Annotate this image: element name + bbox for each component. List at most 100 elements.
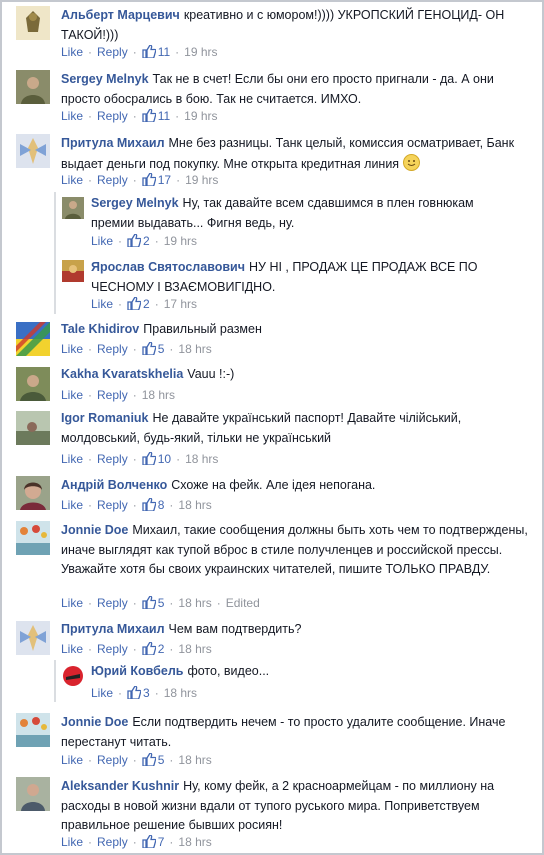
timestamp[interactable]: 18 hrs (142, 388, 175, 402)
like-link[interactable]: Like (61, 342, 83, 356)
comment-author[interactable]: Jonnie Doe (61, 715, 128, 729)
comment-author[interactable]: Sergey Melnyk (61, 72, 149, 86)
comment-author[interactable]: Tale Khidirov (61, 322, 139, 336)
like-count[interactable]: 11 (158, 45, 170, 59)
reply-link[interactable]: Reply (97, 452, 128, 466)
comment-text: Vauu !:-) (187, 367, 235, 381)
like-count[interactable]: 3 (143, 686, 150, 700)
avatar[interactable] (16, 476, 50, 510)
like-count[interactable]: 5 (158, 596, 165, 610)
comment-author[interactable]: Kakha Kvaratskhelia (61, 367, 183, 381)
like-link[interactable]: Like (91, 686, 113, 700)
thumbs-up-icon (142, 451, 157, 469)
thumbs-up-icon (142, 341, 157, 359)
thumbs-up-icon (142, 834, 157, 852)
comment-author[interactable]: Притула Михаил (61, 136, 165, 150)
like-count[interactable]: 17 (158, 173, 171, 187)
reply-link[interactable]: Reply (97, 45, 128, 59)
like-count[interactable]: 5 (158, 342, 165, 356)
avatar[interactable] (16, 713, 50, 747)
timestamp[interactable]: 18 hrs (164, 686, 197, 700)
timestamp[interactable]: 19 hrs (185, 173, 218, 187)
reply-link[interactable]: Reply (97, 642, 128, 656)
like-link[interactable]: Like (61, 109, 83, 123)
timestamp[interactable]: 19 hrs (184, 109, 217, 123)
reply-link[interactable]: Reply (97, 498, 128, 512)
like-count[interactable]: 2 (143, 297, 150, 311)
edited-label[interactable]: Edited (226, 596, 260, 610)
like-count[interactable]: 8 (158, 498, 165, 512)
avatar[interactable] (62, 665, 84, 687)
like-link[interactable]: Like (61, 498, 83, 512)
thumbs-up-icon (142, 595, 157, 613)
smile-emoji-icon (402, 153, 420, 171)
timestamp[interactable]: 18 hrs (178, 835, 211, 849)
comment-text: Чем вам подтвердить? (168, 622, 302, 636)
avatar[interactable] (16, 621, 50, 655)
comment-text: Правильный размен (143, 322, 262, 336)
comment-text: фото, видео... (187, 664, 270, 678)
avatar[interactable] (16, 411, 50, 445)
thumbs-up-icon (127, 233, 142, 251)
reply-link[interactable]: Reply (97, 596, 128, 610)
avatar[interactable] (16, 6, 50, 40)
avatar[interactable] (16, 777, 50, 811)
avatar[interactable] (16, 134, 50, 168)
like-count[interactable]: 10 (158, 452, 171, 466)
like-link[interactable]: Like (91, 234, 113, 248)
timestamp[interactable]: 17 hrs (164, 297, 197, 311)
like-link[interactable]: Like (61, 596, 83, 610)
like-link[interactable]: Like (91, 297, 113, 311)
like-count[interactable]: 7 (158, 835, 165, 849)
reply-link[interactable]: Reply (97, 109, 128, 123)
avatar[interactable] (16, 70, 50, 104)
thumbs-up-icon (142, 108, 157, 126)
thumbs-up-icon (127, 685, 142, 703)
reply-thread-line (54, 660, 56, 702)
comment-author[interactable]: Андрій Волченко (61, 478, 167, 492)
like-count[interactable]: 2 (158, 642, 165, 656)
thumbs-up-icon (142, 497, 157, 515)
avatar[interactable] (62, 260, 84, 282)
comment-author[interactable]: Jonnie Doe (61, 523, 128, 537)
comment-text: Михаил, такие сообщения должны быть хоть… (61, 523, 528, 576)
timestamp[interactable]: 18 hrs (178, 753, 211, 767)
avatar[interactable] (16, 521, 50, 555)
comment-author[interactable]: Притула Михаил (61, 622, 165, 636)
like-link[interactable]: Like (61, 452, 83, 466)
thumbs-up-icon (142, 641, 157, 659)
timestamp[interactable]: 18 hrs (178, 596, 211, 610)
like-count[interactable]: 5 (158, 753, 165, 767)
avatar[interactable] (16, 367, 50, 401)
like-link[interactable]: Like (61, 45, 83, 59)
like-link[interactable]: Like (61, 388, 83, 402)
thumbs-up-icon (142, 172, 157, 190)
reply-link[interactable]: Reply (97, 753, 128, 767)
like-link[interactable]: Like (61, 173, 83, 187)
comment-author[interactable]: Sergey Melnyk (91, 196, 179, 210)
like-count[interactable]: 2 (143, 234, 150, 248)
like-count[interactable]: 11 (158, 109, 170, 123)
comment-author[interactable]: Ярослав Святославович (91, 260, 245, 274)
reply-link[interactable]: Reply (97, 173, 128, 187)
timestamp[interactable]: 18 hrs (178, 342, 211, 356)
timestamp[interactable]: 18 hrs (178, 498, 211, 512)
comment-author[interactable]: Альберт Марцевич (61, 8, 180, 22)
comment-author[interactable]: Aleksander Kushnir (61, 779, 179, 793)
timestamp[interactable]: 18 hrs (178, 642, 211, 656)
avatar[interactable] (62, 197, 84, 219)
comment-author[interactable]: Igor Romaniuk (61, 411, 149, 425)
like-link[interactable]: Like (61, 753, 83, 767)
comment-author[interactable]: Юрий Ковбель (91, 664, 183, 678)
reply-thread-line (54, 192, 56, 314)
timestamp[interactable]: 19 hrs (184, 45, 217, 59)
timestamp[interactable]: 18 hrs (185, 452, 218, 466)
like-link[interactable]: Like (61, 835, 83, 849)
reply-link[interactable]: Reply (97, 342, 128, 356)
comments-panel: Альберт Марцевич креативно и с юмором!)))… (0, 0, 544, 855)
avatar[interactable] (16, 322, 50, 356)
reply-link[interactable]: Reply (97, 835, 128, 849)
reply-link[interactable]: Reply (97, 388, 128, 402)
like-link[interactable]: Like (61, 642, 83, 656)
timestamp[interactable]: 19 hrs (164, 234, 197, 248)
